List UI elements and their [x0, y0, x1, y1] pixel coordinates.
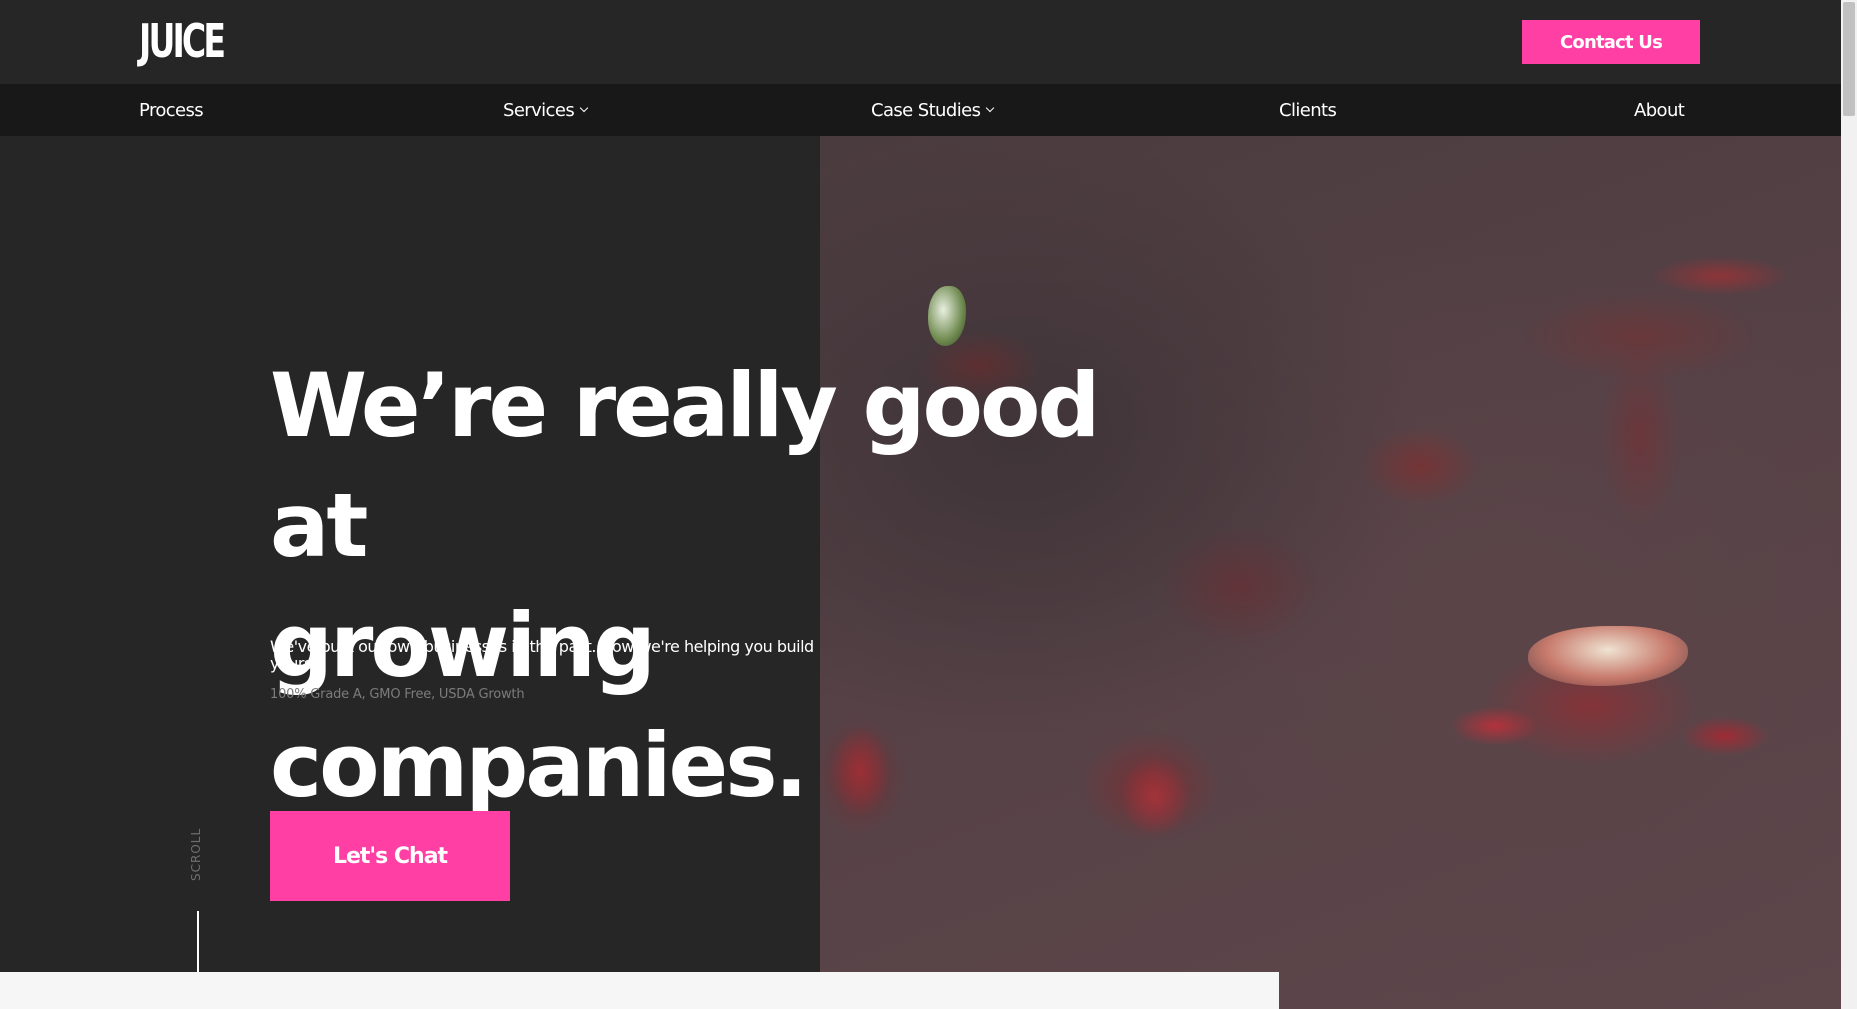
hero-subtext: We've built our own businesses in the pa… — [270, 637, 814, 673]
fruit-seed-shape — [928, 286, 966, 346]
nav-item-label: Services — [503, 99, 575, 121]
page: JUICE Contact Us Process Services Case S… — [0, 0, 1857, 1009]
nav-item-services[interactable]: Services — [503, 84, 589, 136]
contact-us-button[interactable]: Contact Us — [1522, 20, 1700, 64]
chevron-down-icon — [579, 103, 589, 113]
scrollbar-track[interactable] — [1841, 0, 1857, 1009]
fruit-fiber-shape — [1450, 706, 1540, 746]
hero-headline: We’re really good at growing companies. — [270, 346, 1170, 826]
hero-finetext: 100% Grade A, GMO Free, USDA Growth — [270, 687, 525, 702]
juice-logo[interactable]: JUICE — [139, 14, 226, 68]
nav-item-label: Process — [139, 99, 204, 121]
nav-item-label: Clients — [1279, 99, 1337, 121]
fruit-fiber-shape — [1680, 716, 1770, 756]
hero-headline-line-1: We’re really good at — [270, 354, 1100, 577]
scroll-label: SCROLL — [189, 827, 203, 881]
nav-item-about[interactable]: About — [1634, 84, 1685, 136]
scrollbar-thumb[interactable] — [1843, 2, 1855, 116]
top-header: JUICE Contact Us — [0, 0, 1841, 84]
next-section-panel — [0, 972, 1279, 1009]
fruit-fiber-shape — [1650, 256, 1790, 296]
hero-headline-line-2: growing companies. — [270, 594, 808, 817]
nav-item-label: Case Studies — [871, 99, 981, 121]
nav-item-label: About — [1634, 99, 1685, 121]
nav-item-process[interactable]: Process — [139, 84, 204, 136]
nav-item-clients[interactable]: Clients — [1279, 84, 1337, 136]
nav-item-case-studies[interactable]: Case Studies — [871, 84, 995, 136]
fruit-seed-shape — [1528, 626, 1688, 686]
lets-chat-button[interactable]: Let's Chat — [270, 811, 510, 901]
chevron-down-icon — [986, 103, 995, 113]
main-nav: Process Services Case Studies Clients Ab… — [0, 84, 1841, 136]
